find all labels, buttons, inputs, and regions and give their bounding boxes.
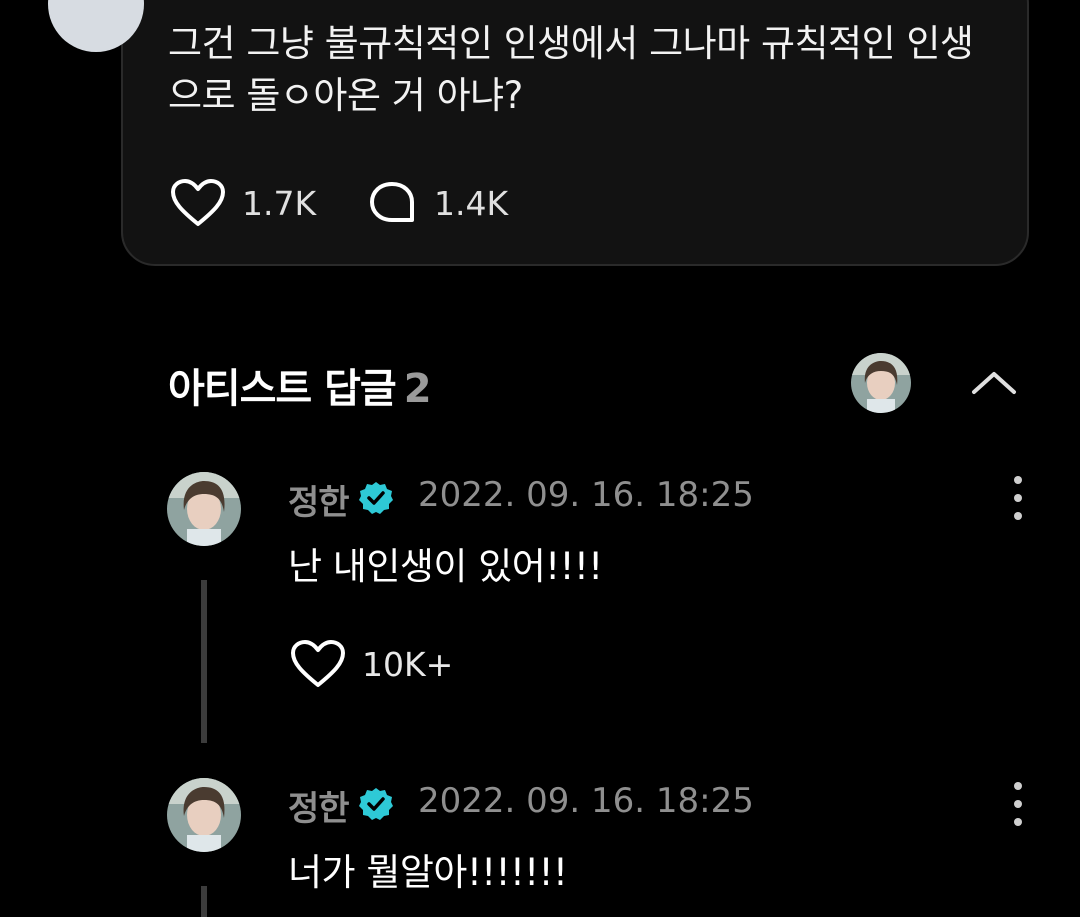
comment-text: 그건 그냥 불규칙적인 인생에서 그나마 규칙적인 인생으로 돌ㅇ아온 거 아냐… (168, 22, 974, 117)
heart-outline-icon (291, 640, 345, 687)
thread-line (201, 580, 207, 743)
artist-avatar-small (851, 353, 911, 413)
more-options-button[interactable] (1000, 780, 1036, 828)
comment-reply-button[interactable]: 1.4K (368, 178, 508, 228)
reply-timestamp: 2022. 09. 16. 18:25 (418, 475, 754, 515)
comment-like-button[interactable]: 1.7K (170, 178, 316, 228)
heart-outline-icon (171, 179, 225, 226)
reply-like-count: 10K+ (362, 644, 454, 684)
artist-avatar[interactable] (167, 778, 241, 852)
more-options-button[interactable] (1000, 474, 1036, 522)
chevron-up-icon (972, 372, 1016, 394)
reply-like-button[interactable]: 10K+ (290, 638, 453, 690)
reply-text: 난 내인생이 있어!!!! (288, 545, 603, 588)
speech-bubble-icon (370, 182, 414, 222)
artist-name: 정한 (288, 789, 350, 829)
collapse-button[interactable] (966, 360, 1022, 404)
artist-replies-title: 아티스트 답글 2 (168, 356, 432, 414)
reply-timestamp: 2022. 09. 16. 18:25 (418, 781, 754, 821)
verified-badge-icon (359, 788, 393, 820)
more-vertical-icon (1014, 782, 1022, 790)
artist-name: 정한 (288, 483, 350, 523)
artist-replies-count: 2 (403, 366, 432, 412)
more-vertical-icon (1014, 476, 1022, 484)
thread-line (201, 886, 207, 917)
reply-text: 너가 뭘알아!!!!!!! (288, 851, 568, 894)
comment-reply-count: 1.4K (434, 183, 509, 223)
app-screen: 그건 그냥 불규칙적인 인생에서 그나마 규칙적인 인생으로 돌ㅇ아온 거 아냐… (0, 0, 1080, 917)
artist-replies-label: 아티스트 답글 (168, 366, 397, 412)
artist-avatar[interactable] (167, 472, 241, 546)
verified-badge-icon (359, 482, 393, 514)
comment-like-count: 1.7K (242, 183, 317, 223)
